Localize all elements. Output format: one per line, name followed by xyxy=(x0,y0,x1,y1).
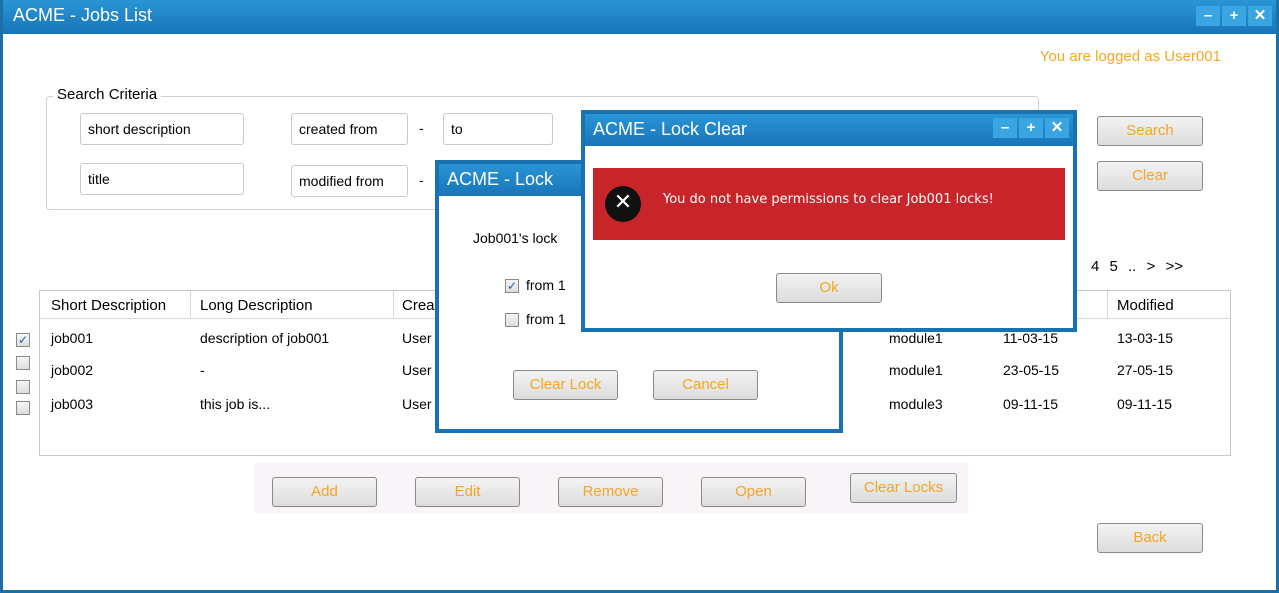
header-creator[interactable]: Crea xyxy=(402,297,435,314)
row1-short: job001 xyxy=(51,330,94,346)
row4-checkbox[interactable] xyxy=(16,401,30,415)
title-field[interactable]: title xyxy=(80,163,244,195)
column-divider xyxy=(190,291,191,319)
row3-created: 09-11-15 xyxy=(1003,396,1059,412)
close-button[interactable]: ✕ xyxy=(1248,6,1272,26)
search-button[interactable]: Search xyxy=(1097,116,1203,146)
created-to-field[interactable]: to xyxy=(443,113,553,145)
row2-creator: User xyxy=(402,362,432,378)
ok-button[interactable]: Ok xyxy=(776,273,882,303)
lock-option-2-checkbox[interactable] xyxy=(505,313,519,327)
header-short-description[interactable]: Short Description xyxy=(51,297,166,314)
lock-option-1-label: from 1 xyxy=(526,277,566,293)
dialog-minimize-button[interactable]: – xyxy=(993,118,1017,138)
row1-modified: 13-03-15 xyxy=(1117,330,1174,346)
minimize-button[interactable]: – xyxy=(1196,6,1220,26)
created-from-field[interactable]: created from xyxy=(291,113,408,145)
error-banner: ✕ You do not have permissions to clear J… xyxy=(593,168,1065,240)
dialog-maximize-button[interactable]: + xyxy=(1019,118,1043,138)
row2-long: - xyxy=(200,362,205,378)
row2-checkbox[interactable] xyxy=(16,356,30,370)
row3-long: this job is... xyxy=(200,396,271,412)
window-controls: – + ✕ xyxy=(1196,6,1272,26)
open-button[interactable]: Open xyxy=(701,477,806,507)
column-divider xyxy=(1107,291,1108,319)
row3-creator: User xyxy=(402,396,432,412)
header-modified[interactable]: Modified xyxy=(1117,297,1174,314)
cancel-button[interactable]: Cancel xyxy=(653,370,758,400)
row3-checkbox[interactable] xyxy=(16,380,30,394)
row2-modified: 27-05-15 xyxy=(1117,362,1174,378)
row1-long: description of job001 xyxy=(200,330,330,346)
row1-module: module1 xyxy=(889,330,943,346)
window-title: ACME - Jobs List xyxy=(13,5,153,25)
lock-dialog-message: Job001's lock xyxy=(473,230,558,246)
row2-short: job002 xyxy=(51,362,94,378)
clear-locks-button[interactable]: Clear Locks xyxy=(850,473,957,503)
modified-from-field[interactable]: modified from xyxy=(291,165,408,197)
row3-module: module3 xyxy=(889,396,943,412)
logged-user-text: You are logged as User001 xyxy=(1039,48,1221,65)
maximize-button[interactable]: + xyxy=(1222,6,1246,26)
remove-button[interactable]: Remove xyxy=(558,477,663,507)
edit-button[interactable]: Edit xyxy=(415,477,520,507)
window-titlebar: ACME - Jobs List – + ✕ xyxy=(3,0,1276,34)
dialog-window-controls: – + ✕ xyxy=(993,118,1069,138)
modified-range-dash: - xyxy=(419,172,424,188)
add-button[interactable]: Add xyxy=(272,477,377,507)
dialog-close-button[interactable]: ✕ xyxy=(1045,118,1069,138)
row3-short: job003 xyxy=(51,396,94,412)
error-message: You do not have permissions to clear Job… xyxy=(663,192,994,207)
row1-checkbox[interactable]: ✓ xyxy=(16,333,30,347)
lock-option-2-label: from 1 xyxy=(526,311,566,327)
back-button[interactable]: Back xyxy=(1097,523,1203,553)
lock-option-1-checkbox[interactable]: ✓ xyxy=(505,279,519,293)
created-range-dash: - xyxy=(419,120,424,136)
jobs-list-window: ACME - Jobs List – + ✕ You are logged as… xyxy=(0,0,1279,593)
clear-button[interactable]: Clear xyxy=(1097,161,1203,191)
lock-clear-dialog: ACME - Lock Clear – + ✕ ✕ You do not hav… xyxy=(581,110,1077,332)
column-divider xyxy=(393,291,394,319)
pagination[interactable]: 4 5 .. > >> xyxy=(1091,258,1183,275)
row1-creator: User xyxy=(402,330,432,346)
row3-modified: 09-11-15 xyxy=(1117,396,1173,412)
row2-module: module1 xyxy=(889,362,943,378)
header-long-description[interactable]: Long Description xyxy=(200,297,313,314)
row1-created: 11-03-15 xyxy=(1003,330,1059,346)
lock-clear-dialog-title-text: ACME - Lock Clear xyxy=(593,119,748,139)
row2-created: 23-05-15 xyxy=(1003,362,1060,378)
error-icon: ✕ xyxy=(605,186,641,222)
short-description-field[interactable]: short description xyxy=(80,113,244,145)
lock-clear-dialog-title: ACME - Lock Clear – + ✕ xyxy=(585,114,1073,146)
clear-lock-button[interactable]: Clear Lock xyxy=(513,370,618,400)
search-criteria-legend: Search Criteria xyxy=(53,86,162,103)
